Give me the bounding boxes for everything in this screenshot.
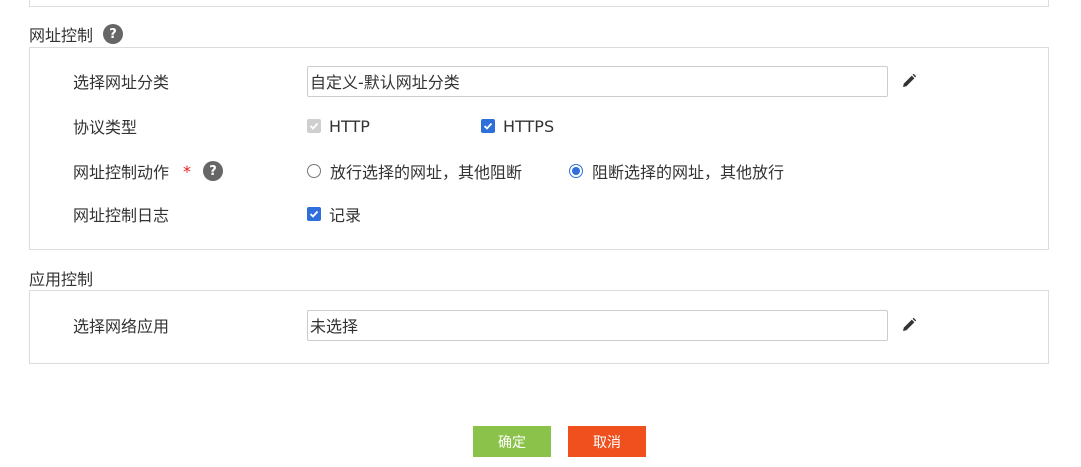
help-icon[interactable]: ? bbox=[103, 24, 124, 44]
network-app-label: 选择网络应用 bbox=[73, 317, 170, 336]
url-action-row: 网址控制动作 * ? 放行选择的网址，其他阻断 阻断选择的网址，其他放行 bbox=[73, 155, 1048, 187]
allow-selected-label: 放行选择的网址，其他阻断 bbox=[330, 163, 523, 182]
url-category-row: 选择网址分类 自定义-默认网址分类 bbox=[73, 65, 1048, 97]
url-control-title-text: 网址控制 bbox=[29, 26, 94, 45]
confirm-button[interactable]: 确定 bbox=[473, 426, 551, 457]
protocol-label: 协议类型 bbox=[73, 118, 138, 137]
log-checkbox[interactable] bbox=[307, 207, 321, 221]
protocol-row: 协议类型 HTTP HTTPS bbox=[73, 110, 1048, 142]
block-selected-label: 阻断选择的网址，其他放行 bbox=[592, 163, 785, 182]
help-icon[interactable]: ? bbox=[203, 161, 224, 181]
app-control-panel: 选择网络应用 未选择 bbox=[29, 290, 1049, 364]
network-app-input[interactable]: 未选择 bbox=[307, 309, 888, 341]
url-log-label: 网址控制日志 bbox=[73, 206, 170, 225]
log-label: 记录 bbox=[329, 206, 362, 225]
block-selected-radio[interactable] bbox=[569, 164, 583, 178]
app-control-title-text: 应用控制 bbox=[29, 270, 94, 289]
pencil-icon[interactable] bbox=[900, 72, 918, 90]
url-action-label-group: 网址控制动作 * ? bbox=[73, 159, 307, 183]
url-category-label: 选择网址分类 bbox=[73, 73, 170, 92]
log-option[interactable]: 记录 bbox=[307, 202, 361, 226]
network-app-row: 选择网络应用 未选择 bbox=[73, 309, 1048, 341]
http-option[interactable]: HTTP bbox=[307, 117, 481, 136]
allow-selected-option[interactable]: 放行选择的网址，其他阻断 bbox=[307, 159, 569, 183]
url-category-input[interactable]: 自定义-默认网址分类 bbox=[307, 65, 888, 97]
https-option[interactable]: HTTPS bbox=[481, 117, 554, 136]
previous-section-panel bbox=[29, 0, 1049, 7]
http-checkbox[interactable] bbox=[307, 119, 321, 133]
url-control-section-title: 网址控制 ? bbox=[29, 22, 124, 46]
url-action-label: 网址控制动作 bbox=[73, 163, 170, 182]
pencil-icon[interactable] bbox=[900, 316, 918, 334]
app-control-section-title: 应用控制 bbox=[29, 266, 93, 290]
allow-selected-radio[interactable] bbox=[307, 164, 321, 178]
http-label: HTTP bbox=[329, 116, 370, 136]
block-selected-option[interactable]: 阻断选择的网址，其他放行 bbox=[569, 159, 784, 183]
https-checkbox[interactable] bbox=[481, 119, 495, 133]
required-mark: * bbox=[183, 161, 192, 181]
cancel-button[interactable]: 取消 bbox=[568, 426, 646, 457]
url-control-panel: 选择网址分类 自定义-默认网址分类 协议类型 HTTP HTTPS 网址控制动作… bbox=[29, 47, 1049, 250]
url-log-row: 网址控制日志 记录 bbox=[73, 198, 1048, 230]
https-label: HTTPS bbox=[503, 116, 555, 136]
